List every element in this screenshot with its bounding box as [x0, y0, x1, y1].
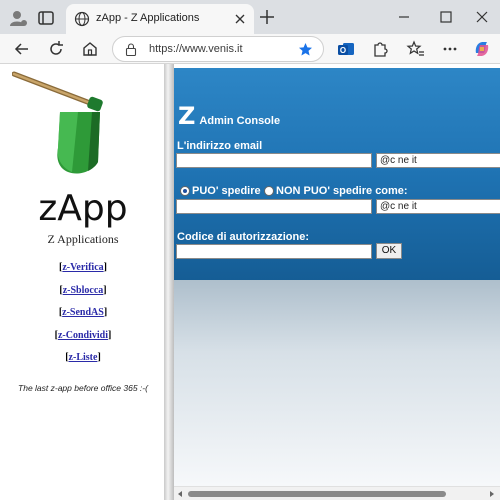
- address-bar[interactable]: https://www.venis.it: [112, 36, 324, 62]
- more-options-icon[interactable]: [440, 39, 460, 59]
- horizontal-scrollbar[interactable]: [174, 486, 500, 500]
- svg-text:O: O: [340, 46, 346, 55]
- admin-console-panel: Z Admin Console L'indirizzo email @c ne i…: [174, 68, 500, 280]
- auth-code-label: Codice di autorizzazione:: [177, 231, 310, 243]
- auth-code-input[interactable]: [176, 244, 372, 259]
- radio-cannot-send[interactable]: [264, 186, 274, 196]
- left-frame: zApp Z Applications [z-Verifica] [z-Sblo…: [0, 64, 166, 500]
- console-title: Z Admin Console: [178, 102, 280, 130]
- profile-icon[interactable]: [8, 8, 28, 28]
- scroll-right-icon[interactable]: [488, 490, 496, 498]
- tab-strip: zApp - Z Applications: [0, 0, 500, 34]
- tab-actions-icon[interactable]: [36, 8, 56, 28]
- radio-can-send-label: PUO' spedire: [192, 185, 261, 197]
- frame-divider[interactable]: [164, 64, 174, 500]
- email-label: L'indirizzo email: [177, 140, 263, 152]
- nav-item-condividi: [z-Condividi]: [54, 330, 112, 341]
- console-title-text: Admin Console: [199, 115, 281, 127]
- nav-item-verifica: [z-Verifica]: [59, 262, 107, 273]
- extensions-icon[interactable]: [370, 39, 390, 59]
- console-logo-letter: Z: [178, 102, 196, 130]
- scrollbar-thumb[interactable]: [188, 491, 446, 497]
- outlook-extension-icon[interactable]: O: [336, 39, 356, 59]
- favorite-star-icon[interactable]: [298, 42, 313, 57]
- tagline: The last z-app before office 365 :-(: [18, 383, 148, 393]
- active-tab[interactable]: zApp - Z Applications: [66, 4, 254, 34]
- scroll-left-icon[interactable]: [176, 490, 184, 498]
- back-icon[interactable]: [12, 39, 32, 59]
- url-text[interactable]: https://www.venis.it: [149, 43, 243, 55]
- nav-link-sblocca[interactable]: z-Sblocca: [63, 285, 104, 296]
- right-frame: Z Admin Console L'indirizzo email @c ne i…: [174, 64, 500, 486]
- tab-title: zApp - Z Applications: [96, 12, 200, 24]
- nav-item-sblocca: [z-Sblocca]: [59, 285, 107, 296]
- nav-link-liste[interactable]: z-Liste: [69, 352, 98, 363]
- ok-button[interactable]: OK: [376, 243, 402, 259]
- email-domain-field[interactable]: @c ne it: [376, 153, 500, 168]
- close-window-icon[interactable]: [472, 7, 492, 27]
- nav-item-liste: [z-Liste]: [65, 352, 101, 363]
- nav-item-sendas: [z-SendAS]: [58, 307, 108, 318]
- refresh-icon[interactable]: [46, 39, 66, 59]
- app-subtitle: Z Applications: [47, 232, 119, 246]
- sendas-input[interactable]: [176, 199, 372, 214]
- page-background: [174, 280, 500, 486]
- radio-can-send[interactable]: [180, 186, 190, 196]
- maximize-icon[interactable]: [436, 7, 456, 27]
- radio-cannot-send-label: NON PUO' spedire come:: [276, 185, 408, 197]
- nav-link-sendas[interactable]: z-SendAS: [62, 307, 104, 318]
- lock-icon[interactable]: [125, 43, 137, 56]
- globe-icon: [74, 11, 90, 27]
- hoe-logo-icon: [12, 71, 103, 174]
- copilot-icon[interactable]: [472, 39, 492, 59]
- app-name: zApp: [38, 188, 128, 229]
- close-tab-icon[interactable]: [232, 11, 248, 27]
- nav-link-condividi[interactable]: z-Condividi: [58, 330, 108, 341]
- browser-toolbar: https://www.venis.it O: [0, 34, 500, 64]
- home-icon[interactable]: [80, 39, 100, 59]
- new-tab-icon[interactable]: [258, 8, 276, 26]
- nav-link-verifica[interactable]: z-Verifica: [62, 262, 103, 273]
- favorites-icon[interactable]: [406, 39, 426, 59]
- minimize-icon[interactable]: [394, 7, 414, 27]
- email-input[interactable]: [176, 153, 372, 168]
- sendas-domain-field[interactable]: @c ne it: [376, 199, 500, 214]
